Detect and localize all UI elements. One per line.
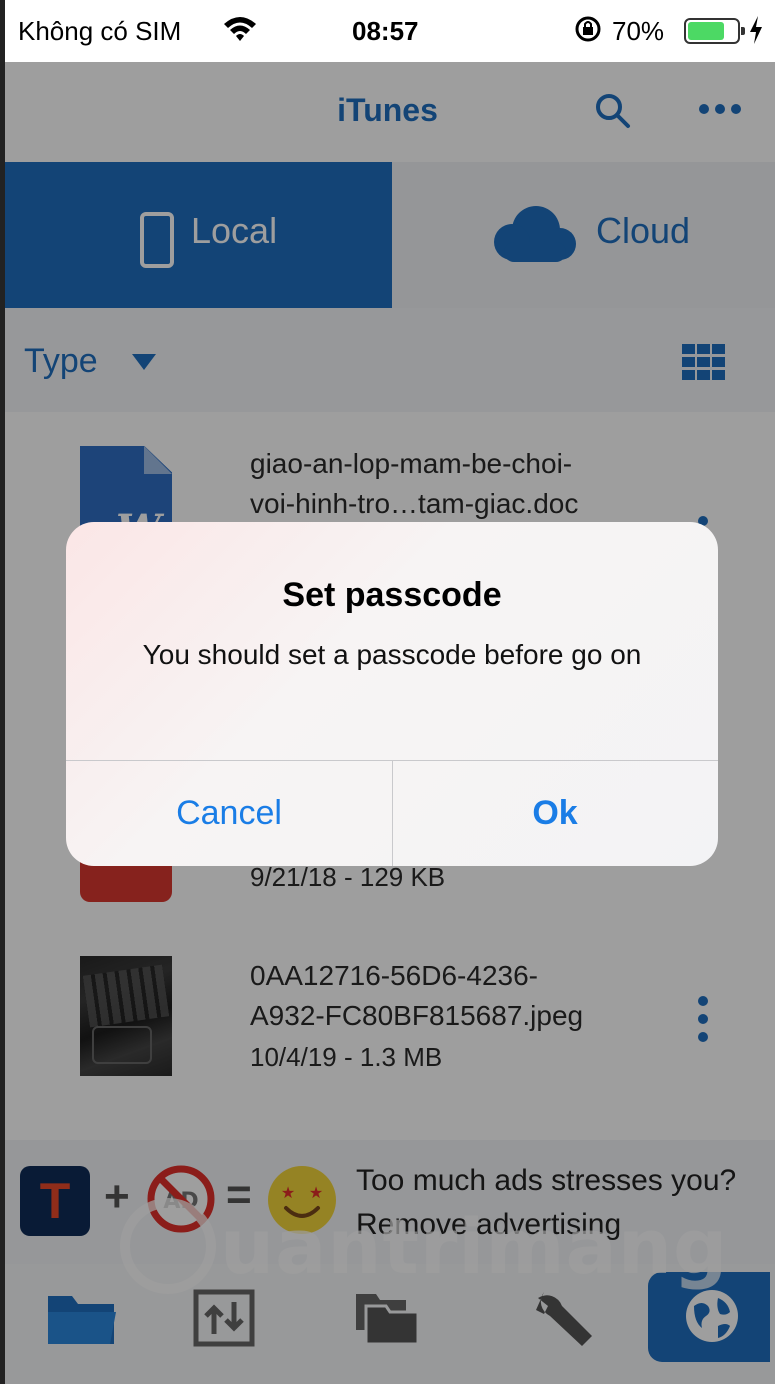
ok-button[interactable]: Ok bbox=[392, 760, 718, 866]
battery-percent: 70% bbox=[612, 16, 665, 46]
status-bar: Không có SIM 08:57 70% bbox=[0, 0, 775, 62]
charging-icon bbox=[750, 16, 762, 44]
passcode-alert: Set passcode You should set a passcode b… bbox=[66, 522, 718, 866]
alert-message: You should set a passcode before go on bbox=[142, 639, 642, 670]
wifi-icon bbox=[224, 17, 256, 41]
cancel-button[interactable]: Cancel bbox=[66, 760, 392, 866]
screen: Không có SIM 08:57 70% iTunes Local Clou… bbox=[0, 0, 775, 1384]
left-edge bbox=[0, 0, 5, 1384]
rotation-lock-icon bbox=[575, 16, 601, 42]
clock: 08:57 bbox=[352, 16, 419, 46]
alert-title: Set passcode bbox=[282, 576, 502, 614]
carrier-label: Không có SIM bbox=[18, 16, 182, 46]
battery-icon bbox=[684, 18, 745, 44]
